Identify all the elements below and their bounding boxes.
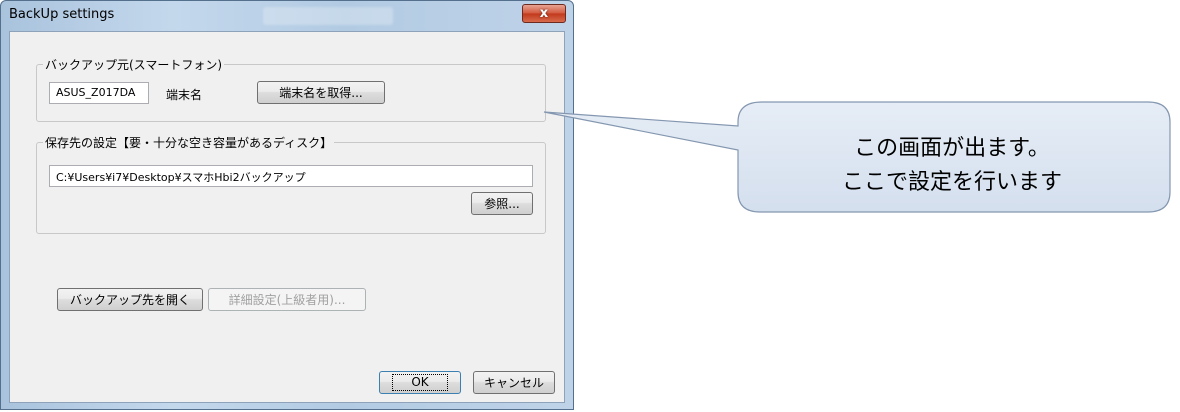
callout-bubble <box>543 101 1171 213</box>
callout-text: この画面が出ます。 ここで設定を行います <box>738 132 1166 200</box>
callout-line-2: ここで設定を行います <box>841 170 1062 195</box>
callout-line-1: この画面が出ます。 <box>854 136 1050 161</box>
